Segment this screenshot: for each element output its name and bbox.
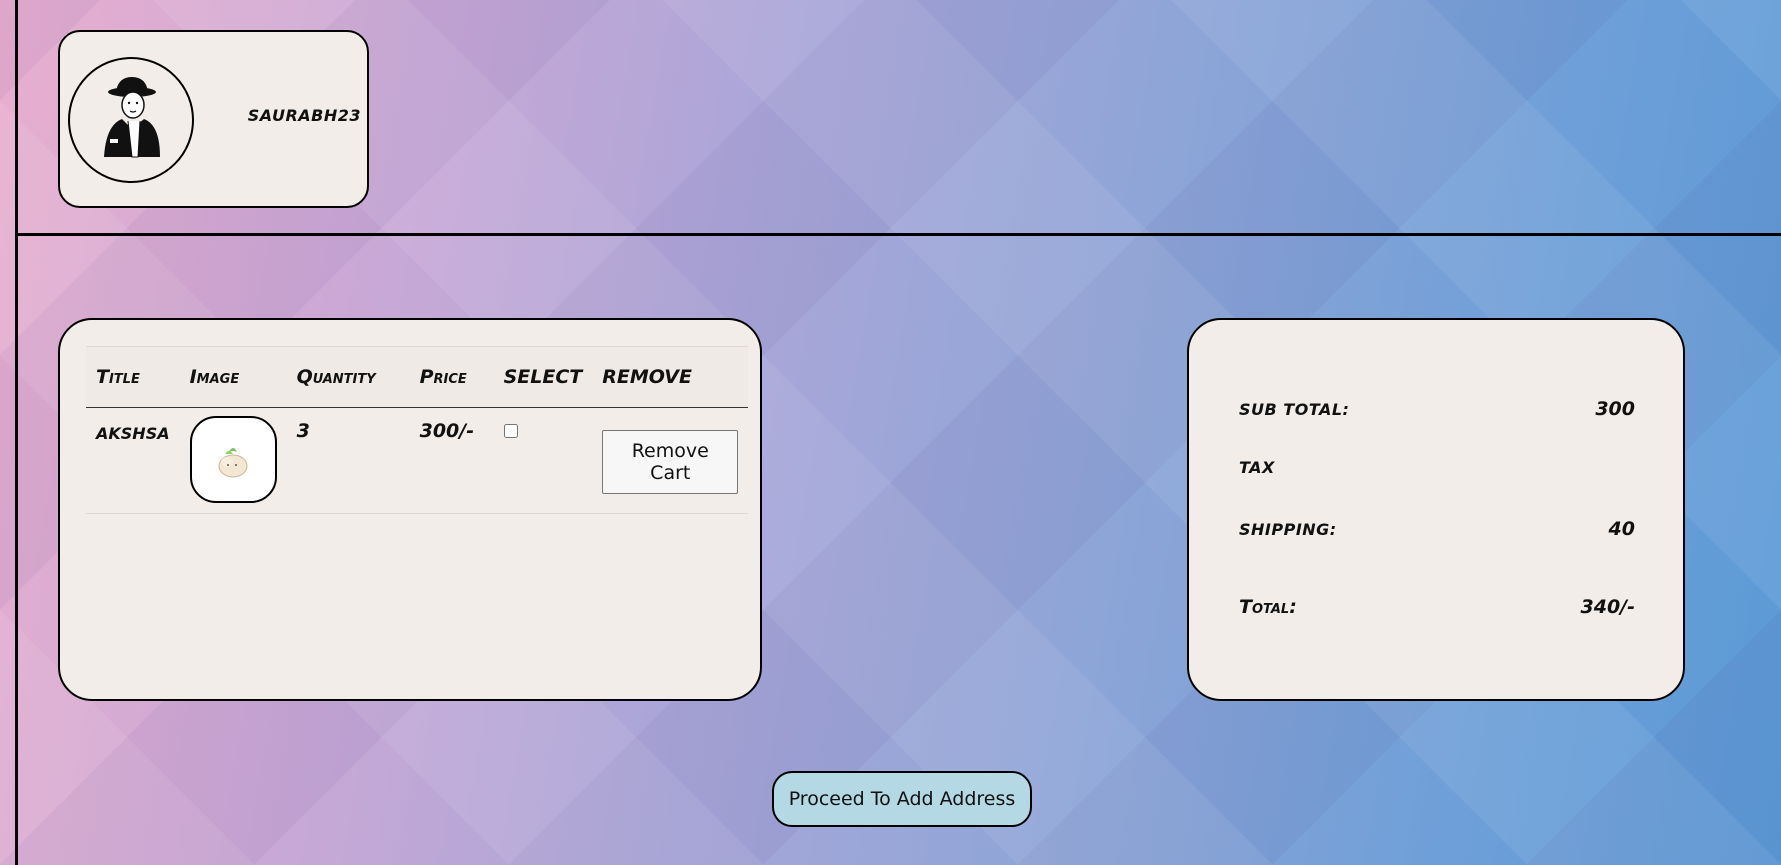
user-avatar-icon[interactable] (68, 57, 194, 183)
shipping-label: shipping: (1239, 520, 1337, 539)
remove-cart-button[interactable]: Remove Cart (602, 430, 739, 494)
summary-card: sub total: 300 tax shipping: 40 Total: 3… (1187, 318, 1685, 701)
tax-label: tax (1239, 458, 1275, 477)
item-quantity: 3 (286, 407, 410, 514)
profile-card: saurabh23 (58, 30, 369, 208)
total-label: Total: (1239, 596, 1297, 618)
cart-card: Title Image Quantity Price SELECT REMOVE… (58, 318, 762, 701)
col-remove: REMOVE (592, 346, 749, 408)
shipping-value: 40 (1608, 518, 1635, 540)
item-image-cell (179, 407, 287, 514)
product-image-icon (189, 416, 277, 503)
item-title: AKSHSA (86, 407, 180, 514)
col-title: Title (86, 346, 180, 408)
cart-table: Title Image Quantity Price SELECT REMOVE… (86, 346, 749, 514)
item-remove-cell: Remove Cart (592, 407, 749, 514)
col-image: Image (179, 346, 287, 408)
col-price: Price (409, 346, 494, 408)
total-row: Total: 340/- (1239, 596, 1635, 618)
item-select-cell (493, 407, 593, 514)
subtotal-value: 300 (1595, 398, 1635, 420)
table-row: AKSHSA 3 300/- Remove Cart (86, 407, 749, 514)
subtotal-label: sub total: (1239, 400, 1350, 419)
item-price: 300/- (409, 407, 494, 514)
total-value: 340/- (1580, 596, 1636, 618)
left-border (15, 0, 18, 865)
cart-header-row: Title Image Quantity Price SELECT REMOVE (86, 346, 749, 408)
username: saurabh23 (247, 106, 361, 125)
header-divider (15, 233, 1781, 236)
item-select-checkbox[interactable] (503, 424, 518, 438)
col-select: SELECT (493, 346, 593, 408)
proceed-to-address-button[interactable]: Proceed To Add Address (772, 771, 1032, 827)
tax-row: tax (1239, 458, 1635, 477)
col-quantity: Quantity (286, 346, 410, 408)
subtotal-row: sub total: 300 (1239, 398, 1635, 420)
shipping-row: shipping: 40 (1239, 518, 1635, 540)
